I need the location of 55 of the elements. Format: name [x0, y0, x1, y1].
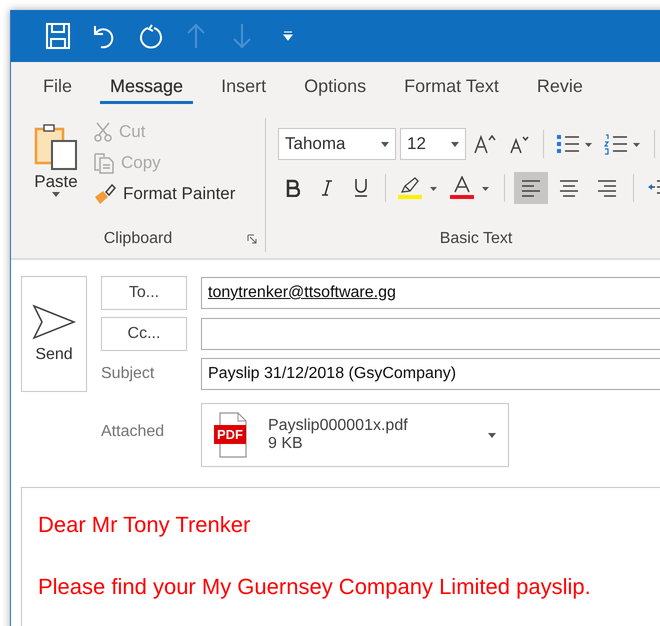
send-icon	[32, 304, 76, 340]
paintbrush-icon	[93, 183, 117, 205]
font-size-field[interactable]: 12	[400, 128, 466, 160]
align-right-icon	[596, 178, 618, 198]
down-arrow-icon	[232, 22, 252, 50]
body-paragraph: Dear Mr Tony Trenker	[38, 512, 252, 538]
pdf-badge: PDF	[214, 425, 246, 444]
up-arrow-icon	[186, 22, 206, 50]
group-label: Clipboard	[104, 230, 172, 247]
cc-button[interactable]: Cc...	[101, 317, 187, 351]
to-button[interactable]: To...	[101, 276, 187, 310]
ribbon-tab[interactable]: Revie	[526, 70, 593, 104]
bold-icon	[286, 179, 300, 197]
send-button[interactable]: Send	[21, 276, 87, 392]
subject-field[interactable]: Payslip 31/12/2018 (GsyCompany)	[201, 358, 660, 390]
attachment-card[interactable]: PDF Payslip000001x.pdf 9 KB	[201, 403, 509, 467]
body-paragraph: Please find your My Guernsey Company Limited payslip.	[38, 574, 592, 600]
group-label: Basic Text	[440, 230, 512, 247]
clipboard-button[interactable]: Format Painter	[91, 180, 238, 208]
customize-icon	[282, 30, 294, 42]
font-color-icon	[450, 176, 492, 200]
ribbon-tab[interactable]: Insert	[211, 70, 276, 104]
underline-icon	[354, 178, 368, 198]
ribbon-tab[interactable]: File	[33, 70, 82, 104]
to-field[interactable]: tonytrenker@ttsoftware.gg	[201, 277, 660, 309]
align-center-icon	[558, 178, 580, 198]
copy-icon	[93, 152, 115, 174]
paste-button[interactable]: Paste	[27, 118, 85, 230]
grow-font-icon	[474, 134, 496, 154]
italic-icon	[321, 179, 333, 197]
dropdown-caret-icon	[488, 432, 496, 438]
ribbon-tab[interactable]: Message	[100, 70, 194, 104]
ribbon-tab[interactable]: Options	[294, 70, 376, 104]
align-left-icon	[520, 178, 542, 198]
dialog-launcher-icon[interactable]	[247, 234, 257, 244]
dropdown-caret-icon	[451, 142, 459, 146]
quick-access-button[interactable]	[43, 21, 73, 51]
dropdown-caret-icon	[381, 142, 389, 146]
file-size: 9 KB	[268, 435, 304, 453]
subject-label: Subject	[101, 365, 156, 383]
shrink-font-icon	[509, 134, 529, 154]
attached-label: Attached	[101, 423, 166, 441]
numbered-list-icon	[604, 133, 642, 155]
save-icon	[45, 22, 71, 50]
scissors-icon	[93, 121, 113, 143]
cc-field[interactable]	[201, 318, 660, 350]
clipboard-icon	[33, 122, 79, 172]
ribbon-tab[interactable]: Format Text	[394, 70, 509, 104]
font-name-field[interactable]: Tahoma	[278, 128, 396, 160]
file-name: Payslip000001x.pdf	[268, 417, 409, 435]
alignment-button[interactable]	[514, 172, 548, 204]
dropdown-caret-icon	[52, 192, 60, 197]
bullet-list-icon	[556, 133, 594, 155]
highlighter-icon	[398, 176, 440, 200]
message-body[interactable]: Dear Mr Tony Trenker Please find your My Guernsey Company Limited payslip.	[21, 487, 660, 626]
